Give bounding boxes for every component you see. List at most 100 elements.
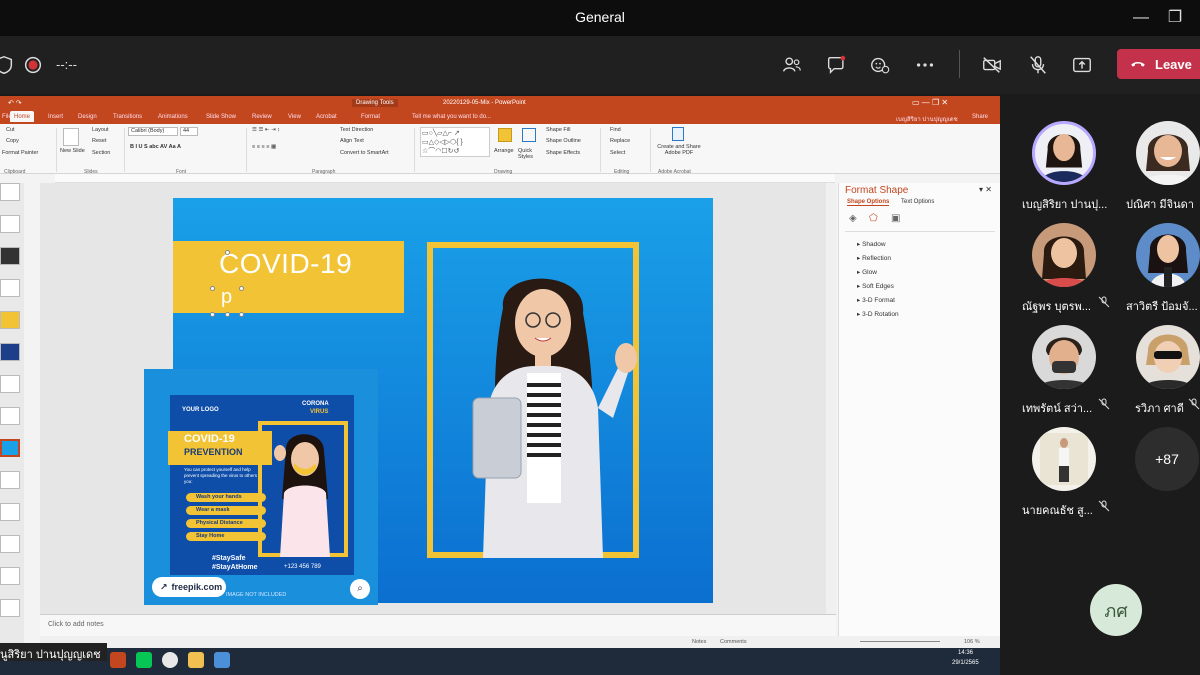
share-link[interactable]: Share	[972, 114, 988, 120]
slide-thumbnail[interactable]	[0, 215, 20, 233]
avatar[interactable]	[1032, 325, 1096, 389]
app-icon[interactable]	[214, 652, 230, 668]
replace-button[interactable]: Replace	[610, 138, 630, 144]
participants-icon[interactable]	[776, 49, 808, 81]
resize-handle[interactable]	[225, 312, 230, 317]
slide-title[interactable]: COVID-19	[219, 248, 352, 280]
woman-photo[interactable]	[443, 258, 643, 558]
new-slide-button[interactable]: New Slide	[60, 148, 85, 154]
tab-format[interactable]: Format	[361, 114, 380, 120]
section-shadow[interactable]: ▸ Shadow	[857, 240, 886, 248]
resize-handle[interactable]	[210, 286, 215, 291]
slide-thumbnail[interactable]	[0, 375, 20, 393]
section-glow[interactable]: ▸ Glow	[857, 268, 877, 276]
maximize-button[interactable]: ❐	[1162, 6, 1188, 30]
select-button[interactable]: Select	[610, 150, 625, 156]
section-3d-rotation[interactable]: ▸ 3-D Rotation	[857, 310, 899, 318]
undo-icon[interactable]: ↶ ↷	[8, 99, 22, 107]
slide-thumbnail[interactable]	[0, 311, 20, 329]
tab-home[interactable]: Home	[10, 111, 35, 122]
file-explorer-icon[interactable]	[188, 652, 204, 668]
mic-off-icon[interactable]	[1022, 49, 1054, 81]
align-buttons[interactable]: ≡ ≡ ≡ ≡ ▦	[252, 144, 276, 150]
resize-handle[interactable]	[239, 312, 244, 317]
tab-slide-show[interactable]: Slide Show	[206, 114, 236, 120]
tab-acrobat[interactable]: Acrobat	[316, 114, 337, 120]
account-name[interactable]: เบญสิริยา ปานปุญญเดช	[896, 114, 958, 124]
zoom-lens-icon[interactable]: ⌕	[350, 579, 370, 599]
share-screen-icon[interactable]	[1066, 49, 1098, 81]
shape-fill-button[interactable]: Shape Fill	[546, 127, 570, 133]
chrome-app-icon[interactable]	[162, 652, 178, 668]
camera-off-icon[interactable]	[976, 49, 1008, 81]
shape-outline-button[interactable]: Shape Outline	[546, 138, 581, 144]
slide-thumbnail[interactable]	[0, 471, 20, 489]
slide-thumbnail[interactable]	[0, 279, 20, 297]
tab-insert[interactable]: Insert	[48, 114, 63, 120]
quick-styles-icon[interactable]	[522, 128, 536, 142]
font-size-field[interactable]: 44	[180, 127, 198, 136]
tab-shape-options[interactable]: Shape Options	[847, 199, 890, 206]
reset-button[interactable]: Reset	[92, 138, 106, 144]
shapes-gallery[interactable]: ▭○╲▱△⌐ ↗ ▭△◇◁▷⬡{ } ☆⌒◠☐↻↺	[420, 127, 490, 157]
effects-icon[interactable]: ⬠	[869, 213, 878, 224]
avatar[interactable]	[1136, 223, 1200, 287]
zoom-slider[interactable]	[860, 641, 940, 642]
tab-design[interactable]: Design	[78, 114, 97, 120]
covid-poster[interactable]: YOUR LOGO CORONA VIRUS COVID-19 PREVENTI…	[144, 369, 378, 605]
leave-button[interactable]: Leave	[1117, 49, 1200, 79]
text-cursor-box[interactable]: p	[221, 286, 232, 309]
close-icon[interactable]: ▾ ✕	[979, 185, 992, 194]
cut-button[interactable]: Cut	[6, 127, 15, 133]
tell-me-box[interactable]: Tell me what you want to do...	[412, 114, 491, 120]
shape-effects-button[interactable]: Shape Effects	[546, 150, 580, 156]
tab-transitions[interactable]: Transitions	[113, 114, 142, 120]
create-adobe-pdf-button[interactable]: Create and Share Adobe PDF	[654, 144, 704, 156]
avatar[interactable]	[1032, 121, 1096, 185]
slide-thumbnail[interactable]	[0, 407, 20, 425]
tab-view[interactable]: View	[288, 114, 301, 120]
find-button[interactable]: Find	[610, 127, 621, 133]
list-buttons[interactable]: ☰ ☰ ⇤ ⇥ ↕	[252, 127, 280, 133]
copy-button[interactable]: Copy	[6, 138, 19, 144]
comments-toggle[interactable]: Comments	[720, 639, 747, 645]
avatar[interactable]	[1032, 427, 1096, 491]
adobe-pdf-icon[interactable]	[672, 127, 684, 141]
notes-pane[interactable]: Click to add notes	[40, 614, 836, 636]
slide-thumbnail[interactable]	[0, 535, 20, 553]
reactions-icon[interactable]	[864, 49, 896, 81]
tab-text-options[interactable]: Text Options	[901, 199, 934, 205]
powerpoint-app-icon[interactable]	[110, 652, 126, 668]
avatar[interactable]	[1136, 121, 1200, 185]
section-reflection[interactable]: ▸ Reflection	[857, 254, 891, 262]
tab-review[interactable]: Review	[252, 114, 272, 120]
vertical-scrollbar[interactable]	[826, 183, 836, 633]
format-painter-button[interactable]: Format Painter	[2, 150, 38, 156]
avatar[interactable]	[1032, 223, 1096, 287]
section-soft-edges[interactable]: ▸ Soft Edges	[857, 282, 894, 290]
layout-button[interactable]: Layout	[92, 127, 109, 133]
font-format-buttons[interactable]: B I U S abc AV Aa A	[130, 144, 181, 150]
section-3d-format[interactable]: ▸ 3-D Format	[857, 296, 895, 304]
freepik-badge[interactable]: ↗ freepik.com	[152, 577, 226, 597]
line-app-icon[interactable]	[136, 652, 152, 668]
avatar[interactable]	[1136, 325, 1200, 389]
arrange-icon[interactable]	[498, 128, 512, 142]
more-options-icon[interactable]	[909, 49, 941, 81]
slide-thumbnail[interactable]	[0, 183, 20, 201]
convert-smartart-button[interactable]: Convert to SmartArt	[340, 150, 389, 156]
notes-toggle[interactable]: Notes	[692, 639, 706, 645]
text-direction-button[interactable]: Text Direction	[340, 127, 373, 133]
arrange-button[interactable]: Arrange	[494, 148, 514, 154]
window-controls[interactable]: ▭ — ❐ ✕	[912, 98, 948, 107]
align-text-button[interactable]: Align Text	[340, 138, 364, 144]
resize-handle[interactable]	[239, 286, 244, 291]
zoom-level[interactable]: 106 %	[964, 639, 980, 645]
tab-animations[interactable]: Animations	[158, 114, 188, 120]
font-name-field[interactable]: Calibri (Body)	[128, 127, 178, 136]
fill-line-icon[interactable]: ◈	[849, 213, 857, 224]
slide-thumbnail[interactable]	[0, 247, 20, 265]
rotate-handle[interactable]	[225, 250, 230, 255]
quick-styles-button[interactable]: Quick Styles	[518, 148, 542, 160]
new-slide-icon[interactable]	[63, 128, 79, 146]
